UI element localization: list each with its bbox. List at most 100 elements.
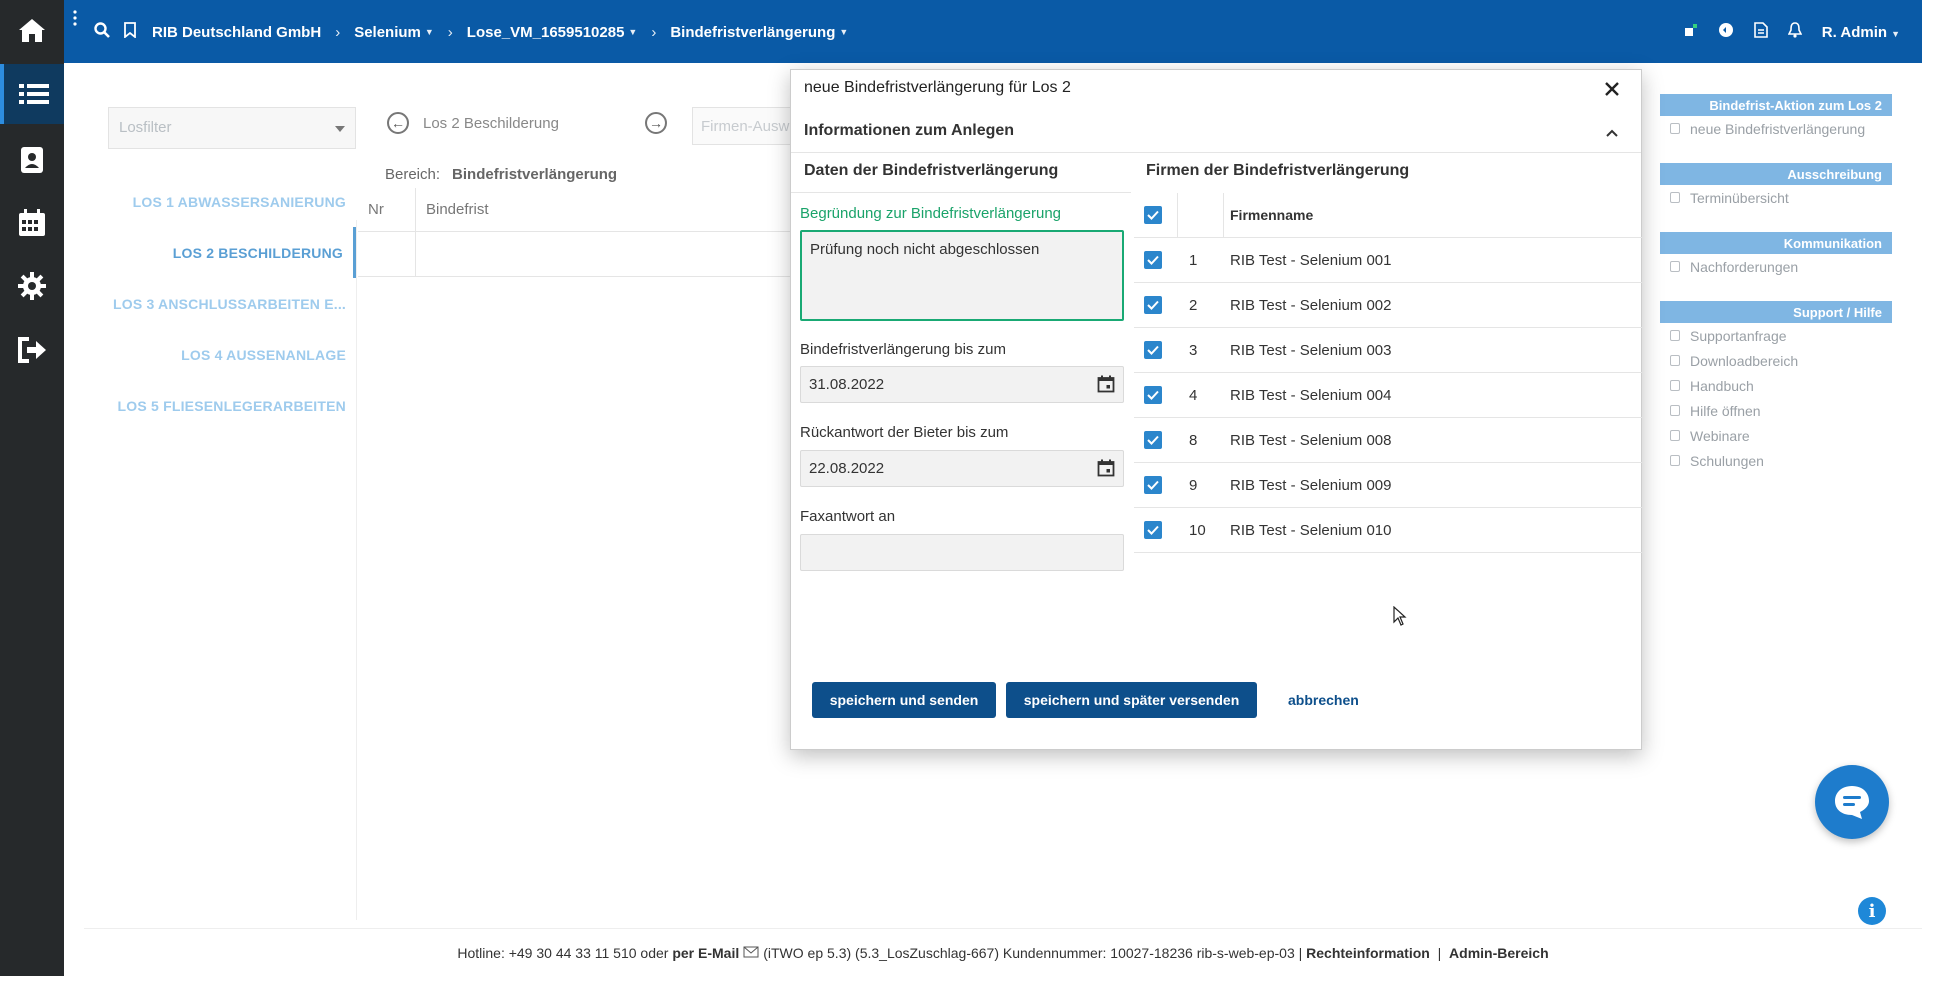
doc-icon (1670, 355, 1680, 366)
reply-label: Rückantwort der Bieter bis zum (800, 424, 1009, 441)
next-lot: → (645, 112, 667, 134)
divider (791, 152, 1641, 153)
calendar-icon[interactable] (1097, 459, 1115, 481)
lot-item-4[interactable]: LOS 4 AUSSENANLAGE (110, 329, 356, 380)
link-schulungen[interactable]: Schulungen (1660, 448, 1892, 473)
logout-icon[interactable] (0, 320, 64, 380)
calendar-icon[interactable] (1097, 375, 1115, 397)
until-label: Bindefristverlängerung bis zum (800, 341, 1006, 358)
footer-email-link[interactable]: per E-Mail (672, 945, 739, 961)
bereich-value: Bindefristverlängerung (452, 166, 618, 183)
breadcrumb-section[interactable]: Bindefristverlängerung (670, 24, 835, 41)
firm-checkbox[interactable] (1144, 251, 1162, 269)
document-icon[interactable] (1753, 22, 1768, 42)
breadcrumb-lose[interactable]: Lose_VM_1659510285 (467, 24, 625, 41)
bindefrist-modal: neue Bindefristverlängerung für Los 2 In… (790, 69, 1642, 750)
firm-checkbox[interactable] (1144, 521, 1162, 539)
divider (791, 192, 1131, 193)
close-icon[interactable] (1603, 80, 1623, 100)
firm-checkbox[interactable] (1144, 431, 1162, 449)
status-icon[interactable] (1684, 23, 1698, 41)
checkbox-cell (1134, 328, 1178, 372)
losfilter-placeholder: Losfilter (119, 119, 172, 136)
arrow-right-icon[interactable]: → (645, 112, 667, 134)
checkbox-cell (1134, 418, 1178, 462)
lot-item-2[interactable]: LOS 2 BESCHILDERUNG (110, 227, 356, 278)
breadcrumb: RIB Deutschland GmbH › Selenium ▼ › Lose_… (94, 22, 848, 42)
firm-nr: 1 (1189, 251, 1198, 269)
link-nachforderungen[interactable]: Nachforderungen (1660, 254, 1892, 279)
chat-icon (1835, 786, 1869, 819)
modal-title: neue Bindefristverlängerung für Los 2 (804, 79, 1071, 96)
nr-header (1178, 193, 1224, 237)
losfilter-select[interactable]: Losfilter (108, 107, 356, 149)
link-terminuebersicht[interactable]: Terminübersicht (1660, 185, 1892, 210)
footer-version: (iTWO ep 5.3) (5.3_LosZuschlag-667) Kund… (763, 944, 1303, 961)
table-row: 10 RIB Test - Selenium 010 (1134, 508, 1642, 553)
firm-checkbox[interactable] (1144, 476, 1162, 494)
arrow-left-icon[interactable]: ← (387, 112, 409, 134)
footer-rechte-link[interactable]: Rechteinformation (1306, 945, 1430, 961)
link-webinare[interactable]: Webinare (1660, 423, 1892, 448)
link-neue-bindefristverlaengerung[interactable]: neue Bindefristverlängerung (1660, 116, 1892, 141)
lot-item-3[interactable]: LOS 3 ANSCHLUSSARBEITEN E... (110, 278, 356, 329)
link-label: Handbuch (1690, 377, 1754, 394)
checkbox-cell (1134, 238, 1178, 282)
link-label: Webinare (1690, 427, 1750, 444)
checkbox-cell (1134, 283, 1178, 327)
caret-down-icon[interactable]: ▼ (628, 27, 637, 37)
select-all-cell (1134, 193, 1178, 237)
firm-name: RIB Test - Selenium 008 (1230, 431, 1392, 449)
list-icon[interactable] (0, 64, 64, 124)
firm-checkbox[interactable] (1144, 341, 1162, 359)
user-menu[interactable]: R. Admin ▼ (1822, 24, 1900, 41)
bookmark-icon[interactable] (124, 22, 136, 42)
user-name: R. Admin (1821, 23, 1888, 41)
caret-down-icon[interactable]: ▼ (425, 27, 434, 37)
chat-button[interactable] (1815, 765, 1889, 839)
home-icon[interactable] (0, 0, 64, 60)
mouse-cursor-icon (1393, 605, 1407, 629)
reason-textarea[interactable]: Prüfung noch nicht abgeschlossen (800, 230, 1124, 321)
save-and-send-later-button[interactable]: speichern und später versenden (1006, 682, 1257, 718)
col-nr-header: Nr (358, 188, 416, 231)
gear-icon[interactable] (0, 256, 64, 316)
checkbox-cell (1134, 463, 1178, 507)
calendar-icon[interactable] (0, 193, 64, 253)
lot-item-1[interactable]: LOS 1 ABWASSERSANIERUNG (110, 176, 356, 227)
lot-item-5[interactable]: LOS 5 FLIESENLEGERARBEITEN (110, 380, 356, 431)
lot-navigation: ← Los 2 Beschilderung (387, 112, 559, 134)
select-all-checkbox[interactable] (1144, 206, 1162, 224)
bell-icon[interactable] (1787, 22, 1803, 42)
menu-dots-icon[interactable] (73, 10, 77, 29)
caret-down-icon[interactable]: ▼ (839, 27, 848, 37)
link-downloadbereich[interactable]: Downloadbereich (1660, 348, 1892, 373)
link-hilfe-oeffnen[interactable]: Hilfe öffnen (1660, 398, 1892, 423)
firm-checkbox[interactable] (1144, 296, 1162, 314)
contacts-icon[interactable] (0, 130, 64, 190)
save-and-send-button[interactable]: speichern und senden (812, 682, 996, 718)
cancel-button[interactable]: abbrechen (1288, 682, 1359, 718)
current-lot-label: Los 2 Beschilderung (423, 114, 559, 132)
table-header: Firmenname (1134, 193, 1642, 238)
breadcrumb-project[interactable]: Selenium (354, 24, 421, 41)
link-supportanfrage[interactable]: Supportanfrage (1660, 323, 1892, 348)
footer-admin-link[interactable]: Admin-Bereich (1449, 945, 1549, 961)
fax-input[interactable] (800, 534, 1124, 571)
table-row: 2 RIB Test - Selenium 002 (1134, 283, 1642, 328)
chevron-up-icon[interactable] (1605, 126, 1619, 141)
sync-icon[interactable] (1718, 22, 1734, 42)
link-handbuch[interactable]: Handbuch (1660, 373, 1892, 398)
search-icon[interactable] (94, 22, 110, 42)
link-label: Terminübersicht (1690, 189, 1789, 206)
top-bar: RIB Deutschland GmbH › Selenium ▼ › Lose_… (64, 0, 1922, 63)
breadcrumb-company[interactable]: RIB Deutschland GmbH (152, 24, 321, 41)
firmen-auswahl-input[interactable]: Firmen-Ausw (692, 107, 802, 145)
firm-checkbox[interactable] (1144, 386, 1162, 404)
info-icon[interactable]: i (1858, 897, 1886, 925)
reply-date-input[interactable]: 22.08.2022 (800, 450, 1124, 487)
until-date-input[interactable]: 31.08.2022 (800, 366, 1124, 403)
footer: Hotline: +49 30 44 33 11 510 oder per E-… (84, 928, 1922, 976)
checkbox-cell (1134, 508, 1178, 552)
bereich-line: Bereich: Bindefristverlängerung (385, 166, 617, 183)
